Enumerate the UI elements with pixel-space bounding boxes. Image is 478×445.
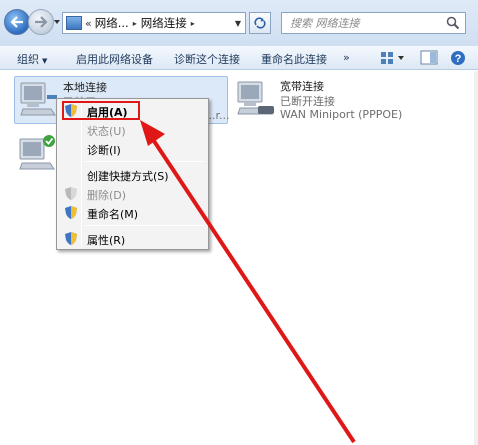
breadcrumb-separator[interactable]: ▸	[191, 19, 195, 28]
network-folder-icon	[66, 16, 82, 30]
menu-item-label: 属性(R)	[87, 234, 126, 247]
forward-button[interactable]	[28, 9, 54, 35]
connection-item-broadband[interactable]: 宽带连接 已断开连接 WAN Miniport (PPPOE)	[232, 76, 452, 124]
menu-item-delete[interactable]: 删除(D)	[59, 184, 206, 204]
svg-text:?: ?	[455, 53, 462, 65]
forward-arrow-icon	[35, 16, 48, 28]
refresh-button[interactable]	[249, 12, 271, 34]
connection-status-broadband: 已断开连接	[280, 95, 335, 108]
help-icon[interactable]: ?	[449, 50, 467, 66]
menu-item-label: 删除(D)	[87, 189, 127, 202]
search-icon	[446, 16, 460, 30]
menu-item-status[interactable]: 状态(U)	[59, 120, 206, 140]
shield-icon	[65, 187, 77, 200]
connection-name-local: 本地连接	[63, 81, 107, 94]
annotation-highlight-box	[62, 101, 140, 120]
search-placeholder: 搜索 网络连接	[290, 17, 360, 30]
menu-item-label: 创建快捷方式(S)	[87, 170, 169, 183]
shield-icon	[65, 232, 77, 245]
window-right-edge	[474, 71, 478, 445]
back-button[interactable]	[4, 9, 30, 35]
chevron-down-icon: ▼	[42, 57, 48, 65]
address-dropdown-icon[interactable]: ▼	[235, 19, 241, 28]
rename-connection-button[interactable]: 重命名此连接	[261, 51, 327, 67]
menu-item-label: 状态(U)	[87, 125, 126, 138]
menu-item-diagnose[interactable]: 诊断(I)	[59, 139, 206, 159]
breadcrumb-separator[interactable]: ▸	[133, 19, 137, 28]
organize-menu[interactable]: 组织 ▼	[17, 51, 47, 67]
command-toolbar: 组织 ▼ 启用此网络设备 诊断这个连接 重命名此连接 » ?	[0, 46, 478, 70]
address-box[interactable]: « 网络... ▸ 网络连接 ▸ ▼	[62, 12, 246, 34]
connection-name-broadband: 宽带连接	[280, 80, 324, 93]
broadband-modem-icon	[237, 81, 274, 115]
breadcrumb-item-network[interactable]: 网络...	[95, 15, 129, 31]
shield-icon	[65, 206, 77, 219]
enable-device-button[interactable]: 启用此网络设备	[76, 51, 153, 67]
menu-separator	[85, 225, 205, 226]
connection-device-broadband: WAN Miniport (PPPOE)	[280, 108, 403, 121]
computer-network-icon	[20, 82, 57, 116]
menu-separator	[85, 161, 205, 162]
breadcrumb-overflow[interactable]: «	[85, 17, 92, 30]
breadcrumb-item-connections[interactable]: 网络连接	[141, 15, 187, 31]
back-arrow-icon	[10, 16, 23, 28]
search-input[interactable]: 搜索 网络连接	[281, 12, 466, 34]
recent-pages-dropdown-icon[interactable]	[53, 18, 61, 26]
organize-label: 组织	[17, 53, 39, 66]
menu-item-label: 重命名(M)	[87, 208, 139, 221]
diagnose-connection-button[interactable]: 诊断这个连接	[174, 51, 240, 67]
menu-item-label: 诊断(I)	[87, 144, 121, 157]
menu-item-properties[interactable]: 属性(R)	[59, 229, 206, 249]
view-options-icon[interactable]	[380, 50, 406, 66]
more-commands-button[interactable]: »	[343, 51, 350, 64]
context-menu: 启用(A) 状态(U) 诊断(I) 创建快捷方式(S) 删除(D) 重命名(M)…	[56, 98, 209, 250]
address-bar-row: « 网络... ▸ 网络连接 ▸ ▼ 搜索 网络连接	[0, 0, 478, 46]
connection-item-wireless[interactable]	[14, 131, 56, 175]
menu-item-create-shortcut[interactable]: 创建快捷方式(S)	[59, 165, 206, 185]
menu-item-rename[interactable]: 重命名(M)	[59, 203, 206, 223]
refresh-icon	[254, 17, 266, 29]
preview-pane-icon[interactable]	[420, 50, 438, 66]
computer-network-icon	[19, 135, 55, 170]
